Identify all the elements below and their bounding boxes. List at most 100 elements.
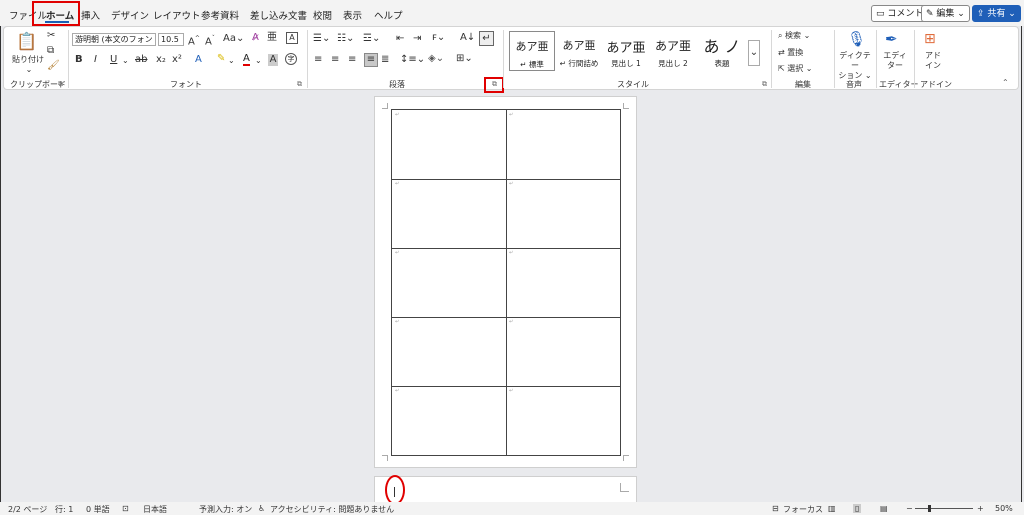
strikethrough-icon[interactable]: ab: [135, 54, 147, 66]
microphone-icon[interactable]: 🎙: [847, 30, 866, 48]
share-label: 共有: [987, 9, 1006, 19]
page-count[interactable]: 2/2 ページ: [8, 504, 47, 515]
separator: [771, 30, 772, 88]
styles-group-label: スタイル: [617, 80, 649, 89]
replace-button[interactable]: ⇄ 置換: [778, 47, 828, 59]
addins-grid-icon[interactable]: ⊞: [924, 30, 936, 48]
underline-icon[interactable]: U: [110, 54, 117, 66]
format-painter-icon[interactable]: 🖌: [47, 60, 60, 72]
show-formatting-marks-icon[interactable]: ↵: [479, 31, 494, 46]
zoom-slider[interactable]: [915, 508, 973, 509]
tab-view[interactable]: 表示: [343, 8, 362, 22]
enclose-characters-icon[interactable]: 字: [285, 53, 297, 65]
italic-icon[interactable]: I: [94, 54, 97, 66]
distributed-icon[interactable]: ≣: [381, 54, 389, 66]
text-predictions[interactable]: 予測入力: オン: [199, 504, 252, 515]
read-mode-icon[interactable]: ▥: [828, 504, 836, 513]
copy-icon[interactable]: ⧉: [47, 45, 54, 57]
shrink-font-icon[interactable]: Aˇ: [205, 33, 215, 48]
borders-icon[interactable]: ⊞⌄: [456, 53, 473, 65]
line-spacing-icon[interactable]: ↕≡⌄: [400, 54, 425, 66]
align-left-icon[interactable]: ≡: [314, 54, 322, 66]
bullets-icon[interactable]: ☰⌄: [313, 33, 330, 45]
highlighter-icon[interactable]: ✎: [217, 53, 225, 65]
comment-button[interactable]: ▭ コメント: [871, 5, 929, 22]
edit-mode-button[interactable]: ✎ 編集 ⌄: [921, 5, 970, 22]
style-heading-2[interactable]: あア亜 見出し 2: [650, 31, 696, 71]
underline-dropdown-icon[interactable]: ⌄: [122, 55, 129, 67]
increase-indent-icon[interactable]: ⇥: [413, 33, 421, 45]
print-layout-icon[interactable]: ▯: [853, 504, 862, 513]
status-bar: 2/2 ページ 行: 1 0 単語 ⊡ 日本語 予測入力: オン ♿ アクセシビ…: [0, 502, 1024, 515]
styles-launcher-icon[interactable]: ⧉: [762, 80, 767, 89]
clipboard-launcher-icon[interactable]: ⧉: [58, 80, 63, 89]
cell-end-mark: ↵: [395, 181, 400, 187]
grow-font-icon[interactable]: A^: [188, 33, 200, 48]
word-count[interactable]: 0 単語: [86, 504, 110, 515]
label-table[interactable]: ↵ ↵ ↵ ↵ ↵ ↵ ↵ ↵ ↵ ↵: [391, 109, 621, 456]
tab-references[interactable]: 参考資料: [201, 8, 239, 22]
align-right-icon[interactable]: ≡: [348, 54, 356, 66]
tab-design[interactable]: デザイン: [111, 8, 149, 22]
web-layout-icon[interactable]: ▤: [880, 504, 888, 513]
paste-icon[interactable]: 📋: [16, 31, 38, 53]
style-no-spacing[interactable]: あア亜 ↵ 行間詰め: [556, 31, 602, 71]
accessibility-status[interactable]: アクセシビリティ: 問題ありません: [270, 504, 394, 515]
zoom-slider-thumb[interactable]: [928, 505, 931, 512]
zoom-in-icon[interactable]: +: [977, 504, 984, 513]
proofing-icon[interactable]: ⊡: [122, 504, 129, 513]
tab-review[interactable]: 校閲: [313, 8, 332, 22]
font-launcher-icon[interactable]: ⧉: [297, 80, 302, 89]
dictate-button[interactable]: ディクテー ション ⌄: [838, 51, 872, 81]
styles-more-icon[interactable]: ⌄: [748, 40, 760, 66]
numbering-icon[interactable]: ☷⌄: [337, 33, 354, 45]
asian-layout-icon[interactable]: ꜰ⌄: [432, 32, 445, 44]
tab-help[interactable]: ヘルプ: [374, 8, 403, 22]
change-case-icon[interactable]: Aa⌄: [223, 33, 244, 45]
shading-icon[interactable]: ◈⌄: [428, 53, 444, 65]
phonetic-guide-icon[interactable]: 亜: [267, 32, 277, 44]
replace-label: 置換: [787, 48, 804, 57]
line-number: 行: 1: [55, 505, 74, 514]
style-title[interactable]: あ ノ 表題: [697, 31, 747, 71]
share-button[interactable]: ⇪ 共有 ⌄: [972, 5, 1021, 22]
character-shading-icon[interactable]: A: [268, 54, 278, 66]
separator: [307, 30, 308, 88]
text-effects-icon[interactable]: A: [195, 54, 202, 66]
tab-mailings[interactable]: 差し込み文書: [250, 8, 307, 22]
enclose-character-icon[interactable]: A: [286, 32, 298, 44]
separator: [503, 30, 504, 88]
multilevel-list-icon[interactable]: ☲⌄: [363, 33, 380, 45]
align-center-icon[interactable]: ≡: [331, 54, 339, 66]
subscript-icon[interactable]: x₂: [156, 54, 166, 66]
focus-mode-button[interactable]: フォーカス: [783, 504, 823, 515]
style-normal[interactable]: あア亜 ↵ 標準: [509, 31, 555, 71]
paste-dropdown-icon[interactable]: ⌄: [24, 64, 34, 76]
document-page[interactable]: ↵ ↵ ↵ ↵ ↵ ↵ ↵ ↵ ↵ ↵: [374, 96, 637, 468]
font-color-dropdown-icon[interactable]: ⌄: [255, 55, 262, 67]
zoom-level[interactable]: 50%: [995, 504, 1013, 513]
font-size-combobox[interactable]: 10.5: [158, 33, 184, 46]
tab-insert[interactable]: 挿入: [81, 8, 100, 22]
select-button[interactable]: ⇱ 選択 ⌄: [778, 63, 828, 75]
collapse-ribbon-icon[interactable]: ⌃: [1002, 78, 1009, 87]
find-button[interactable]: ⌕ 検索 ⌄: [778, 30, 828, 42]
editor-pen-icon[interactable]: ✒: [885, 30, 898, 48]
zoom-out-icon[interactable]: −: [906, 504, 913, 513]
sort-icon[interactable]: A↓: [460, 32, 475, 44]
highlight-dropdown-icon[interactable]: ⌄: [228, 55, 235, 67]
clear-formatting-icon[interactable]: A̷: [252, 32, 259, 44]
justify-icon[interactable]: ≡: [364, 53, 378, 67]
margin-corner-mark: [382, 103, 388, 109]
addins-button[interactable]: アド イン: [920, 51, 946, 71]
superscript-icon[interactable]: x²: [172, 54, 182, 66]
cut-icon[interactable]: ✂: [47, 30, 55, 42]
editor-button[interactable]: エディ ター: [880, 51, 910, 71]
style-heading-1[interactable]: あア亜 見出し 1: [603, 31, 649, 71]
bold-icon[interactable]: B: [75, 54, 83, 66]
decrease-indent-icon[interactable]: ⇤: [396, 33, 404, 45]
font-color-icon[interactable]: A: [243, 53, 250, 66]
tab-layout[interactable]: レイアウト: [153, 8, 201, 22]
language[interactable]: 日本語: [143, 504, 167, 515]
font-name-combobox[interactable]: 游明朝 (本文のフォント: [72, 33, 156, 46]
